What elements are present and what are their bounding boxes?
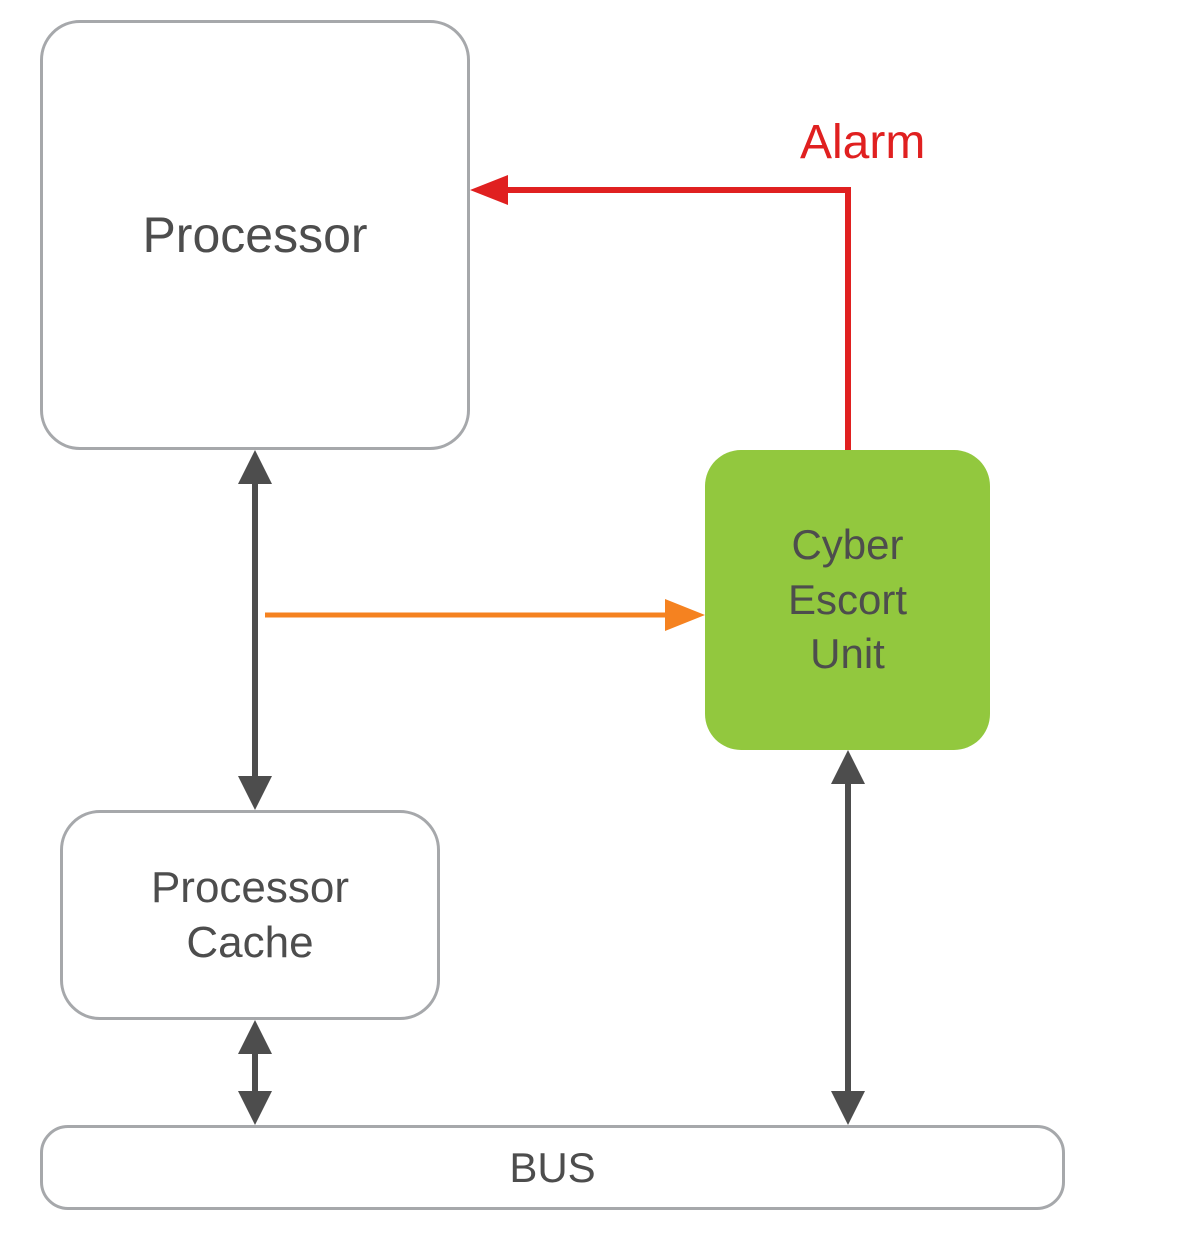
arrow-cache-bus: [230, 1020, 280, 1125]
processor-cache-box: Processor Cache: [60, 810, 440, 1020]
arrow-link-to-ceu: [265, 595, 705, 635]
bus-box: BUS: [40, 1125, 1065, 1210]
processor-label: Processor: [142, 206, 367, 264]
processor-box: Processor: [40, 20, 470, 450]
cache-label: Processor Cache: [151, 860, 349, 970]
cyber-escort-unit-box: Cyber Escort Unit: [705, 450, 990, 750]
bus-label: BUS: [509, 1144, 595, 1192]
ceu-label: Cyber Escort Unit: [788, 518, 907, 682]
arrow-ceu-bus: [823, 750, 873, 1125]
arrow-alarm: [470, 175, 870, 455]
alarm-label: Alarm: [800, 115, 925, 170]
